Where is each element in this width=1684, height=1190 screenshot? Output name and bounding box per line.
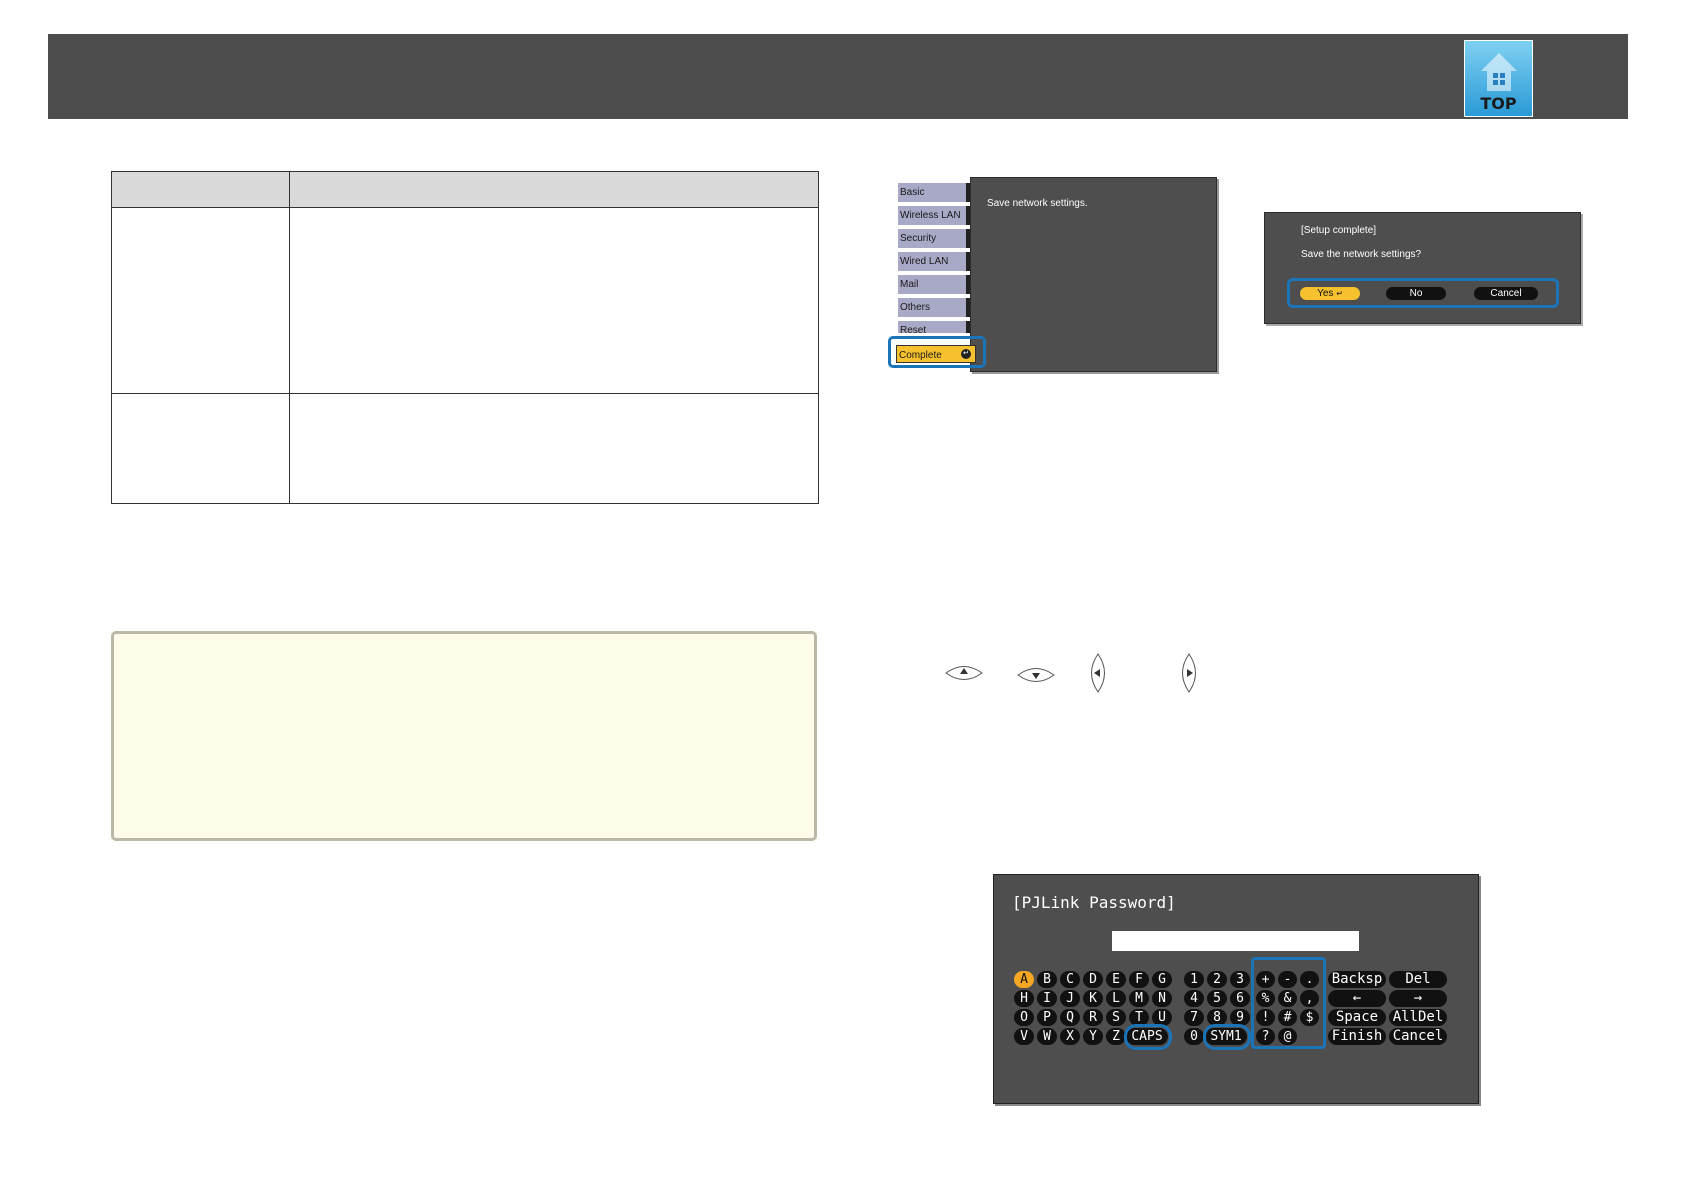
key-i[interactable]: I — [1037, 990, 1057, 1007]
table-header-col2 — [289, 171, 819, 208]
up-arrow-button[interactable] — [944, 662, 984, 684]
tab-security[interactable]: Security — [898, 229, 970, 248]
key-z[interactable]: Z — [1106, 1028, 1126, 1045]
cancel-key[interactable]: Cancel — [1389, 1028, 1447, 1045]
yes-button[interactable]: Yes ↵ — [1300, 287, 1360, 300]
dialog-message: Save the network settings? — [1301, 249, 1422, 260]
table-row-2-col2 — [289, 393, 819, 504]
down-arrow-button[interactable] — [1016, 664, 1056, 686]
key-0[interactable]: 0 — [1184, 1028, 1204, 1045]
key-j[interactable]: J — [1060, 990, 1080, 1007]
complete-highlight — [888, 336, 986, 368]
key-w[interactable]: W — [1037, 1028, 1057, 1045]
key-o[interactable]: O — [1014, 1009, 1034, 1026]
symbols-highlight — [1251, 957, 1326, 1049]
key-x[interactable]: X — [1060, 1028, 1080, 1045]
key-p[interactable]: P — [1037, 1009, 1057, 1026]
soft-keyboard-panel: [PJLink Password] ABCDEFGHIJKLMNOPQRSTUV… — [993, 874, 1479, 1104]
key-1[interactable]: 1 — [1184, 971, 1204, 988]
key-4[interactable]: 4 — [1184, 990, 1204, 1007]
tab-wireless-lan[interactable]: Wireless LAN — [898, 206, 970, 225]
key-3[interactable]: 3 — [1230, 971, 1250, 988]
key-7[interactable]: 7 — [1184, 1009, 1204, 1026]
top-label: TOP — [1480, 94, 1517, 113]
key-s[interactable]: S — [1106, 1009, 1126, 1026]
key-5[interactable]: 5 — [1207, 990, 1227, 1007]
yes-label: Yes — [1317, 288, 1334, 299]
all-delete-key[interactable]: AllDel — [1389, 1009, 1447, 1026]
password-input[interactable] — [1112, 931, 1359, 951]
keyboard-title: [PJLink Password] — [1012, 893, 1176, 912]
tab-reset[interactable]: Reset — [898, 321, 970, 333]
page-header-bar — [48, 34, 1628, 119]
delete-key[interactable]: Del — [1389, 971, 1447, 988]
left-arrow-button[interactable] — [1087, 652, 1109, 694]
dialog-title: [Setup complete] — [1301, 225, 1377, 236]
tab-basic[interactable]: Basic — [898, 183, 970, 202]
space-key[interactable]: Space — [1328, 1009, 1386, 1026]
tab-mail[interactable]: Mail — [898, 275, 970, 294]
settings-table — [111, 171, 819, 504]
key-c[interactable]: C — [1060, 971, 1080, 988]
backspace-key[interactable]: Backsp — [1328, 971, 1386, 988]
setup-complete-dialog: [Setup complete] Save the network settin… — [1264, 212, 1581, 324]
key-b[interactable]: B — [1037, 971, 1057, 988]
key-v[interactable]: V — [1014, 1028, 1034, 1045]
key-6[interactable]: 6 — [1230, 990, 1250, 1007]
network-menu-panel: Save network settings. — [970, 177, 1217, 372]
top-link[interactable]: TOP — [1464, 40, 1533, 117]
key-a[interactable]: A — [1014, 971, 1034, 988]
table-row-2-col1 — [111, 393, 290, 504]
key-2[interactable]: 2 — [1207, 971, 1227, 988]
key-q[interactable]: Q — [1060, 1009, 1080, 1026]
cancel-button[interactable]: Cancel — [1474, 287, 1538, 300]
enter-icon: ↵ — [1336, 289, 1343, 298]
key-f[interactable]: F — [1129, 971, 1149, 988]
dialog-buttons-highlight: Yes ↵ No Cancel — [1287, 278, 1559, 308]
key-d[interactable]: D — [1083, 971, 1103, 988]
right-arrow-button[interactable] — [1178, 652, 1200, 694]
key-g[interactable]: G — [1152, 971, 1172, 988]
sym1-highlight — [1203, 1024, 1251, 1050]
table-row-1-col1 — [111, 207, 290, 394]
key-e[interactable]: E — [1106, 971, 1126, 988]
tab-others[interactable]: Others — [898, 298, 970, 317]
menu-message: Save network settings. — [987, 198, 1088, 209]
key-n[interactable]: N — [1152, 990, 1172, 1007]
key-l[interactable]: L — [1106, 990, 1126, 1007]
key-h[interactable]: H — [1014, 990, 1034, 1007]
table-row-1-col2 — [289, 207, 819, 394]
key-y[interactable]: Y — [1083, 1028, 1103, 1045]
tab-wired-lan[interactable]: Wired LAN — [898, 252, 970, 271]
no-button[interactable]: No — [1386, 287, 1446, 300]
table-header-col1 — [111, 171, 290, 208]
home-icon — [1481, 53, 1517, 91]
note-box — [111, 631, 817, 841]
caps-highlight — [1124, 1024, 1172, 1050]
key-k[interactable]: K — [1083, 990, 1103, 1007]
key-m[interactable]: M — [1129, 990, 1149, 1007]
cursor-right-key[interactable]: → — [1389, 990, 1447, 1007]
cursor-left-key[interactable]: ← — [1328, 990, 1386, 1007]
finish-key[interactable]: Finish — [1328, 1028, 1386, 1045]
key-r[interactable]: R — [1083, 1009, 1103, 1026]
